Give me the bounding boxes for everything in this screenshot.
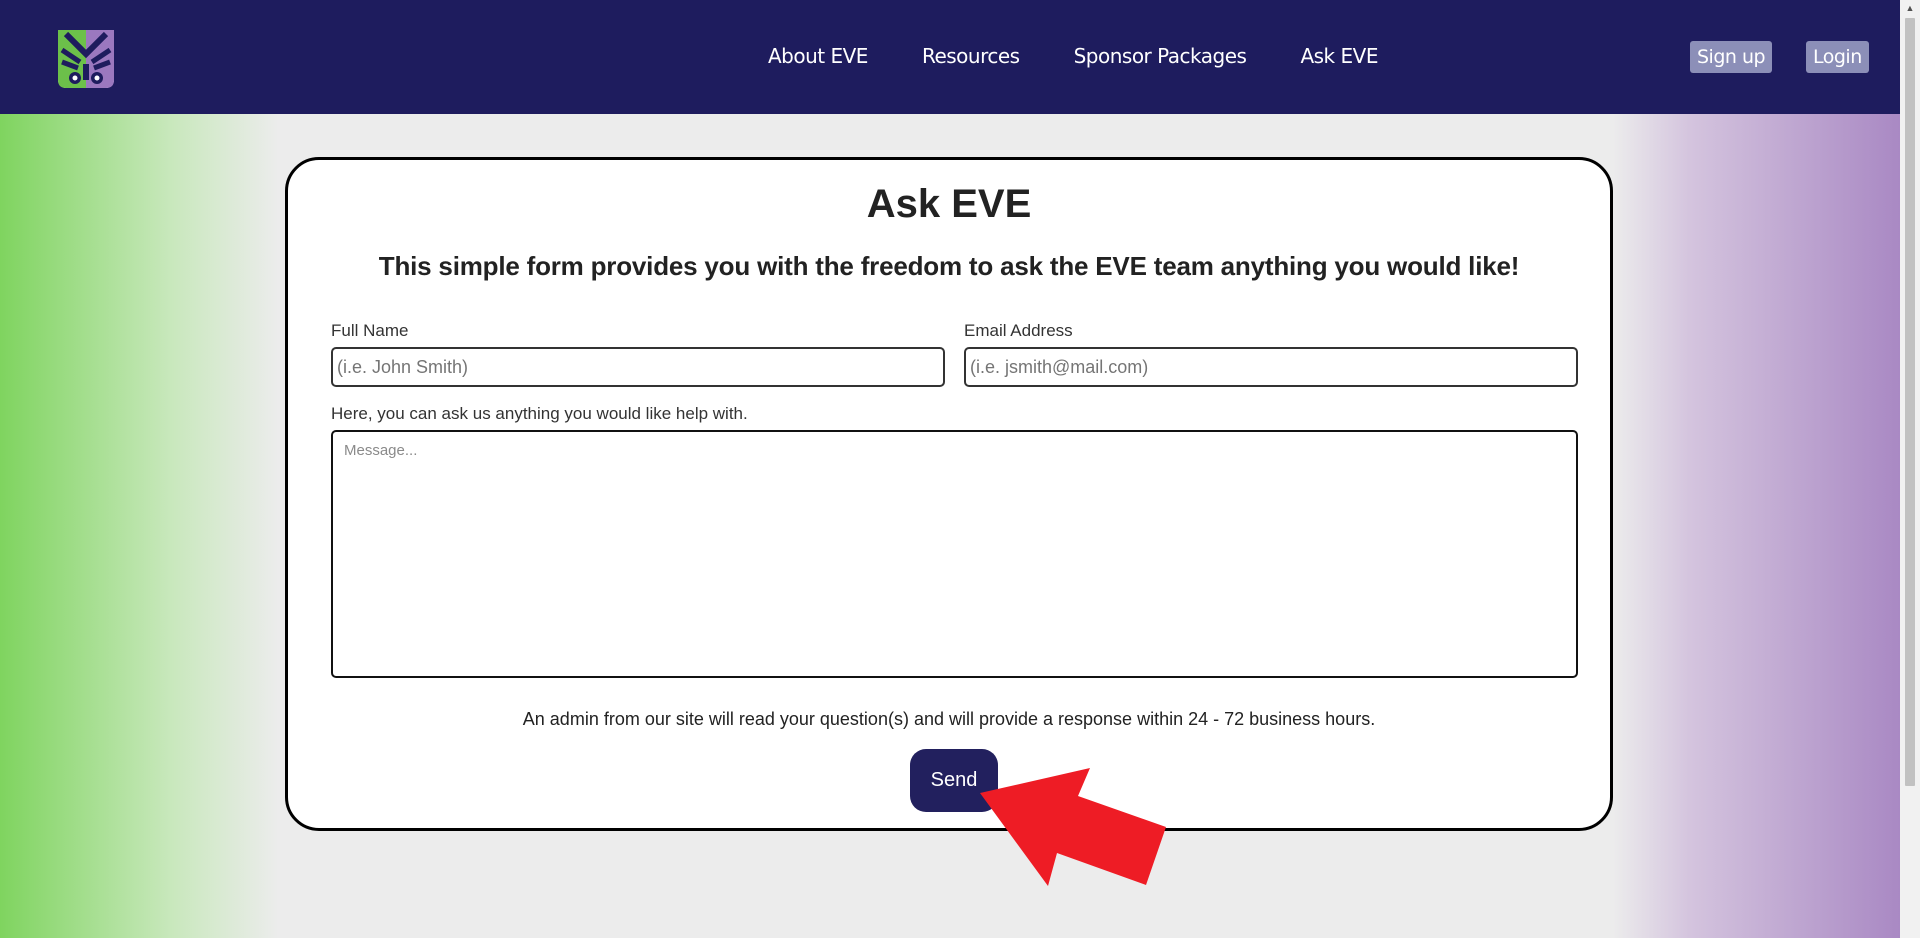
- signup-button[interactable]: Sign up: [1690, 41, 1773, 73]
- scroll-up-arrow-icon[interactable]: ▲: [1900, 0, 1920, 16]
- message-label: Here, you can ask us anything you would …: [331, 404, 748, 423]
- email-label: Email Address: [964, 321, 1073, 340]
- login-button[interactable]: Login: [1806, 41, 1869, 73]
- nav-link-about[interactable]: About EVE: [768, 44, 868, 68]
- vertical-scrollbar[interactable]: ▲: [1900, 0, 1920, 938]
- eve-logo-icon[interactable]: [56, 28, 116, 90]
- message-textarea[interactable]: [331, 430, 1578, 678]
- full-name-input[interactable]: [331, 347, 945, 387]
- main-nav: About EVE Resources Sponsor Packages Ask…: [768, 44, 1378, 68]
- full-name-label: Full Name: [331, 321, 409, 340]
- page-subtitle: This simple form provides you with the f…: [378, 251, 1520, 281]
- ask-eve-form-card: Ask EVE This simple form provides you wi…: [285, 157, 1613, 831]
- red-pointer-arrow-icon: [980, 768, 1166, 886]
- scrollbar-thumb[interactable]: [1905, 18, 1915, 786]
- page-title: Ask EVE: [866, 182, 1032, 226]
- top-navbar: About EVE Resources Sponsor Packages Ask…: [0, 0, 1900, 114]
- email-input[interactable]: [964, 347, 1578, 387]
- response-time-note: An admin from our site will read your qu…: [522, 709, 1376, 729]
- nav-link-sponsor-packages[interactable]: Sponsor Packages: [1074, 44, 1247, 68]
- nav-link-ask-eve[interactable]: Ask EVE: [1300, 44, 1378, 68]
- nav-link-resources[interactable]: Resources: [922, 44, 1020, 68]
